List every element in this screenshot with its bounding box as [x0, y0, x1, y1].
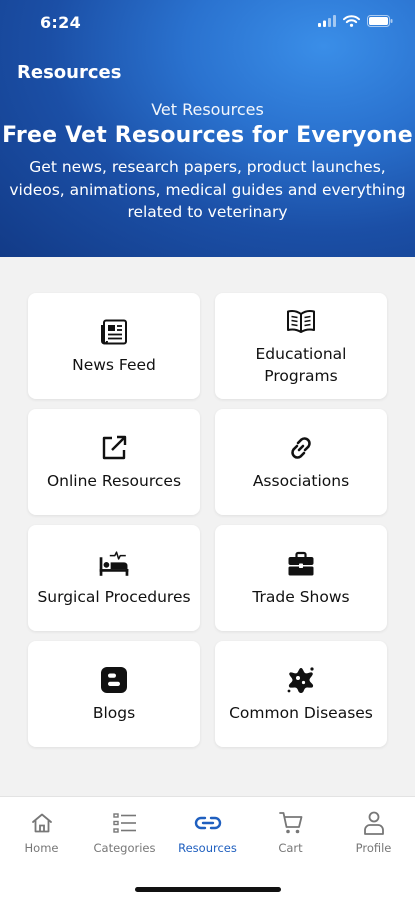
card-label: Blogs	[92, 704, 136, 722]
card-associations[interactable]: Associations	[215, 409, 387, 515]
tab-label: Resources	[178, 841, 237, 855]
list-icon	[111, 809, 139, 837]
hero-subtitle: Vet Resources	[151, 100, 264, 119]
header: 6:24 Resources Vet Resources Free Vet Re	[0, 0, 415, 257]
tab-label: Categories	[93, 841, 156, 855]
card-label: Surgical Procedures	[37, 588, 191, 606]
tab-label: Profile	[355, 841, 392, 855]
tab-categories[interactable]: Categories	[83, 797, 166, 867]
page-title: Resources	[17, 62, 122, 83]
card-label: Trade Shows	[252, 588, 350, 606]
status-bar: 6:24	[0, 0, 415, 46]
card-label: Common Diseases	[229, 704, 373, 722]
link-icon	[194, 809, 222, 837]
tab-home[interactable]: Home	[0, 797, 83, 867]
card-news-feed[interactable]: News Feed	[28, 293, 200, 399]
resource-grid: News Feed Educational Programs Online Re…	[28, 293, 387, 747]
card-common-diseases[interactable]: Common Diseases	[215, 641, 387, 747]
hero-title: Free Vet Resources for Everyone	[2, 123, 413, 148]
tab-label: Cart	[278, 841, 303, 855]
hospital-bed-icon	[98, 548, 130, 580]
newspaper-icon	[98, 316, 130, 348]
external-link-icon	[98, 432, 130, 464]
book-open-icon	[285, 305, 317, 337]
tab-cart[interactable]: Cart	[249, 797, 332, 867]
bottom-tab-bar: Home Categories Resources Cart Profile	[0, 796, 415, 900]
hero-banner: Vet Resources Free Vet Resources for Eve…	[0, 100, 415, 224]
wifi-icon	[343, 15, 360, 27]
tab-label: Home	[24, 841, 59, 855]
home-indicator	[135, 887, 281, 892]
card-online-resources[interactable]: Online Resources	[28, 409, 200, 515]
person-icon	[360, 809, 388, 837]
home-icon	[28, 809, 56, 837]
card-label: News Feed	[72, 356, 156, 374]
tab-profile[interactable]: Profile	[332, 797, 415, 867]
card-educational-programs[interactable]: Educational Programs	[215, 293, 387, 399]
battery-icon	[367, 15, 393, 27]
virus-icon	[285, 664, 317, 696]
card-surgical-procedures[interactable]: Surgical Procedures	[28, 525, 200, 631]
cart-icon	[277, 809, 305, 837]
blogger-icon	[98, 664, 130, 696]
card-label: Associations	[252, 472, 350, 490]
link-icon	[285, 432, 317, 464]
card-label: Educational Programs	[255, 345, 347, 385]
card-trade-shows[interactable]: Trade Shows	[215, 525, 387, 631]
status-icons	[318, 15, 393, 27]
status-time: 6:24	[40, 13, 81, 32]
signal-icon	[318, 15, 336, 27]
briefcase-icon	[285, 548, 317, 580]
tab-resources[interactable]: Resources	[166, 797, 249, 867]
card-label: Online Resources	[46, 472, 182, 490]
card-blogs[interactable]: Blogs	[28, 641, 200, 747]
hero-description: Get news, research papers, product launc…	[9, 158, 406, 221]
